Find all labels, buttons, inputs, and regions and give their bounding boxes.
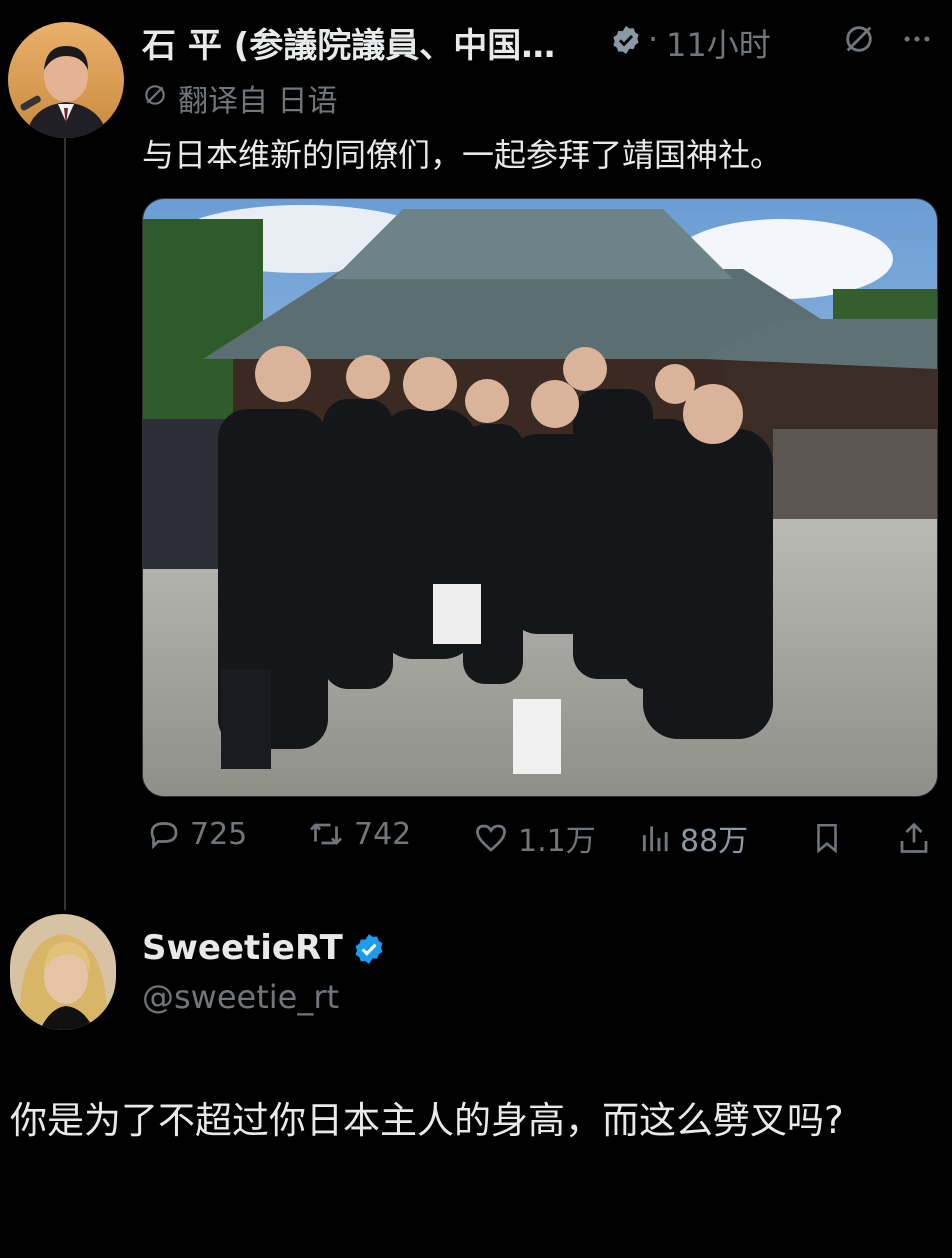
retweet-button[interactable]: 742	[306, 816, 411, 852]
grok-icon[interactable]	[842, 22, 876, 60]
thread-connector-line	[64, 138, 66, 910]
reply-icon	[146, 816, 182, 852]
author-name[interactable]: 石 平 (参議院議員、中国…	[142, 18, 555, 67]
reply-author-handle[interactable]: @sweetie_rt	[142, 978, 339, 1016]
verified-badge-icon	[352, 932, 386, 966]
dot-separator: ·	[648, 20, 659, 58]
view-count: 88万	[680, 824, 749, 859]
share-icon[interactable]	[896, 820, 932, 860]
retweet-icon	[306, 816, 346, 852]
retweet-count: 742	[354, 816, 412, 852]
more-options-icon[interactable]	[900, 22, 934, 60]
views-bar-chart-icon	[640, 820, 672, 856]
reply-author-avatar[interactable]	[10, 914, 116, 1030]
tweet-timestamp[interactable]: 11小时	[666, 20, 771, 66]
reply-button[interactable]: 725	[146, 816, 247, 852]
bookmark-icon[interactable]	[810, 820, 844, 860]
heart-icon	[472, 820, 510, 856]
views-button[interactable]: 88万	[640, 816, 748, 860]
author-avatar[interactable]	[8, 22, 124, 138]
reply-count: 725	[190, 816, 248, 852]
tweet-photo[interactable]	[142, 198, 938, 797]
translated-from-label[interactable]: 翻译自 日语	[178, 76, 338, 120]
like-button[interactable]: 1.1万	[472, 816, 596, 860]
reply-text: 你是为了不超过你日本主人的身高，而这么劈叉吗?	[10, 1099, 844, 1142]
tweet-text: 与日本维新的同僚们，一起参拜了靖国神社。	[142, 136, 783, 174]
reply-author-name[interactable]: SweetieRT	[142, 928, 343, 968]
translate-icon	[142, 82, 168, 112]
like-count: 1.1万	[518, 824, 596, 859]
verified-badge-icon	[610, 24, 642, 56]
